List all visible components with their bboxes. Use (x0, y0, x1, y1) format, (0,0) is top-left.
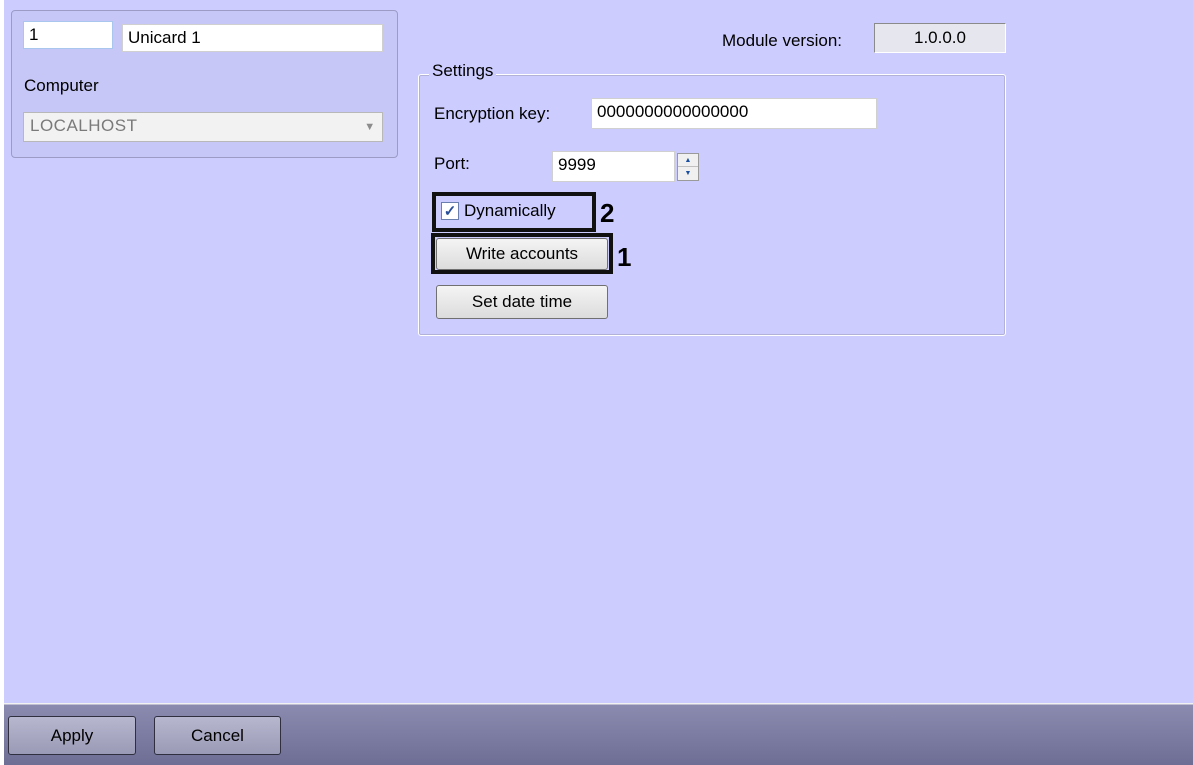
callout-number-1: 1 (617, 242, 632, 272)
write-accounts-button[interactable]: Write accounts (436, 238, 608, 270)
apply-button[interactable]: Apply (8, 716, 136, 755)
cancel-button[interactable]: Cancel (154, 716, 281, 755)
spin-up-icon[interactable]: ▲ (678, 154, 698, 167)
checkmark-icon: ✓ (443, 202, 457, 220)
dynamically-checkbox[interactable]: ✓ (441, 202, 459, 220)
dynamically-label[interactable]: Dynamically (464, 201, 556, 221)
computer-select-value: LOCALHOST (30, 116, 138, 135)
encryption-key-label: Encryption key: (434, 104, 551, 123)
port-spinner[interactable]: ▲ ▼ (677, 153, 699, 181)
footer-bar: Apply Cancel (4, 703, 1193, 765)
computer-label: Computer (24, 76, 99, 95)
module-version-label: Module version: (722, 31, 843, 50)
module-version-value: 1.0.0.0 (874, 23, 1006, 53)
set-date-time-button[interactable]: Set date time (436, 285, 608, 319)
spin-down-icon[interactable]: ▼ (678, 167, 698, 180)
port-label: Port: (434, 154, 470, 173)
port-input[interactable]: 9999 (552, 151, 675, 182)
computer-select[interactable]: LOCALHOST ▼ (23, 112, 383, 142)
settings-legend: Settings (429, 61, 497, 81)
callout-number-2: 2 (600, 198, 615, 228)
object-card: 1 Unicard 1 Computer LOCALHOST ▼ (11, 10, 398, 158)
encryption-key-input[interactable]: 0000000000000000 (591, 98, 877, 129)
object-id-input[interactable]: 1 (23, 21, 113, 49)
object-name-input[interactable]: Unicard 1 (122, 24, 383, 52)
chevron-down-icon[interactable]: ▼ (358, 113, 382, 141)
